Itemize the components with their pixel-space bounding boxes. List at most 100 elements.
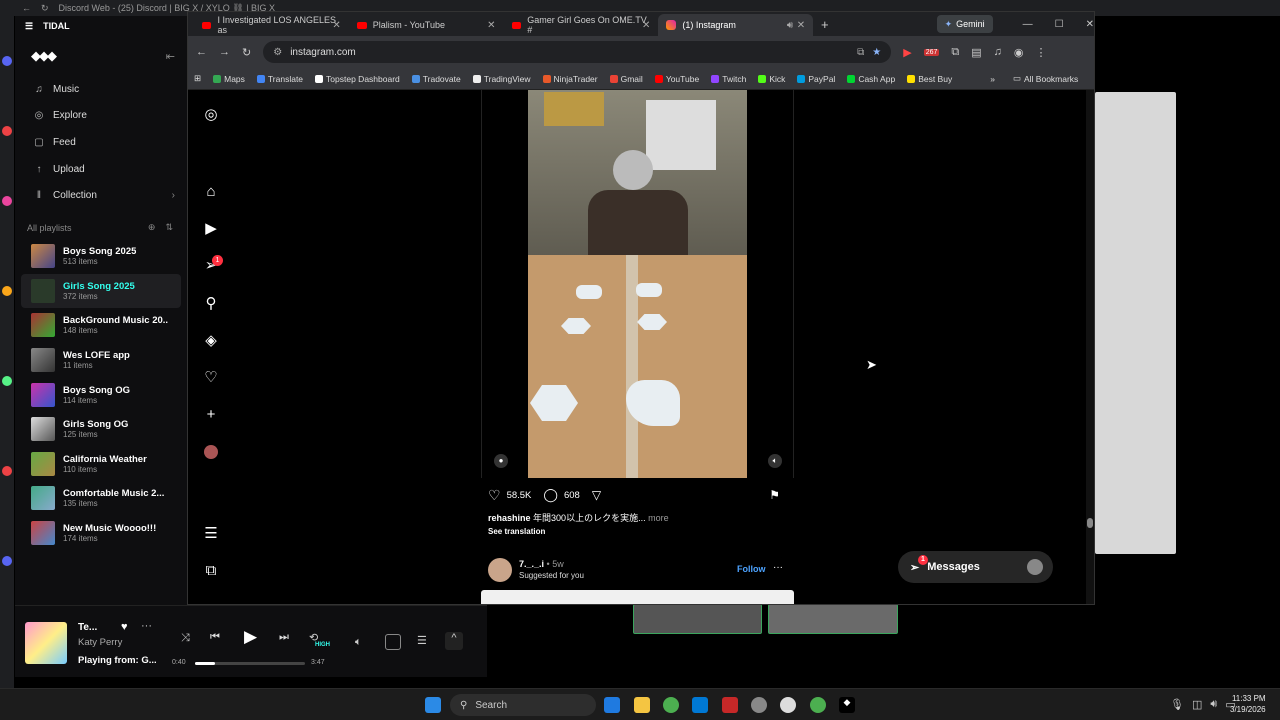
microphone-icon[interactable]: 🎙︎ bbox=[1170, 698, 1184, 711]
profile-avatar[interactable] bbox=[204, 445, 218, 459]
nav-music[interactable]: ♫ Music bbox=[15, 76, 187, 103]
nav-explore[interactable]: ◎ Explore bbox=[15, 103, 187, 130]
playlist-item[interactable]: BackGround Music 20... 148 items bbox=[21, 308, 181, 343]
back-icon[interactable]: ← bbox=[22, 3, 31, 13]
caption-more[interactable]: more bbox=[648, 513, 669, 523]
playlist-item[interactable]: Girls Song OG 125 items bbox=[21, 412, 181, 447]
file-explorer-icon[interactable] bbox=[634, 697, 650, 713]
install-app-icon[interactable]: ⧉ bbox=[857, 47, 864, 58]
network-icon[interactable]: ◫ bbox=[1192, 698, 1202, 711]
quality-badge[interactable]: HIGH bbox=[315, 642, 330, 648]
minimize-icon[interactable]: — bbox=[1023, 19, 1033, 30]
apps-icon[interactable]: ⊞ bbox=[194, 73, 201, 84]
more-bookmarks-icon[interactable]: » bbox=[990, 74, 995, 84]
volume-icon[interactable]: 🔊︎ bbox=[1210, 698, 1217, 711]
maximize-icon[interactable]: ☐ bbox=[1055, 19, 1064, 30]
tab-youtube-plalism[interactable]: Plalism - YouTube ✕ bbox=[349, 14, 504, 36]
see-translation[interactable]: See translation bbox=[488, 527, 545, 536]
profile-icon[interactable]: ◉ bbox=[1014, 46, 1024, 59]
queue-icon[interactable]: ☰ bbox=[417, 634, 427, 647]
bookmark-kick[interactable]: Kick bbox=[758, 74, 785, 84]
server-icon[interactable] bbox=[2, 466, 12, 476]
start-icon[interactable] bbox=[425, 697, 441, 713]
suggested-avatar[interactable] bbox=[488, 558, 512, 582]
volume-icon[interactable]: 🔈︎ bbox=[355, 636, 362, 649]
bookmark-topstep[interactable]: Topstep Dashboard bbox=[315, 74, 400, 84]
mouse-app-icon[interactable] bbox=[780, 697, 796, 713]
calendar-app-icon[interactable] bbox=[722, 697, 738, 713]
track-title[interactable]: Te... bbox=[78, 622, 97, 633]
album-art[interactable] bbox=[25, 622, 67, 664]
server-icon[interactable] bbox=[2, 196, 12, 206]
comment-icon[interactable]: ◯ bbox=[543, 487, 558, 503]
extensions-icon[interactable]: ⧉ bbox=[951, 46, 959, 59]
bookmark-bestbuy[interactable]: Best Buy bbox=[907, 74, 952, 84]
tab-youtube-gamer[interactable]: Gamer Girl Goes On OME.TV # ✕ bbox=[504, 14, 659, 36]
server-icon[interactable] bbox=[2, 376, 12, 386]
back-icon[interactable]: ← bbox=[196, 46, 207, 58]
play-icon[interactable]: ▶ bbox=[244, 627, 257, 647]
comment-count[interactable]: 608 bbox=[564, 490, 580, 501]
mute-icon[interactable]: 🔈︎ bbox=[768, 454, 782, 468]
forward-icon[interactable]: → bbox=[219, 46, 230, 58]
heart-icon[interactable]: ♡ bbox=[202, 369, 220, 387]
like-icon[interactable]: ♡ bbox=[488, 487, 501, 504]
artist-name[interactable]: Katy Perry bbox=[78, 637, 122, 648]
reload-icon[interactable]: ↻ bbox=[41, 3, 49, 14]
close-tab-icon[interactable]: ✕ bbox=[332, 20, 340, 31]
tab-instagram[interactable]: (1) Instagram 🔊︎ ✕ bbox=[658, 14, 814, 36]
bookmark-translate[interactable]: Translate bbox=[256, 74, 303, 84]
extension-icon[interactable]: ▶ bbox=[903, 46, 911, 59]
next-icon[interactable]: ⏭ bbox=[279, 631, 289, 644]
address-bar[interactable]: ⚙ instagram.com ⧉ ★ bbox=[263, 41, 892, 63]
bookmark-ninjatrader[interactable]: NinjaTrader bbox=[542, 74, 598, 84]
bookmark-star-icon[interactable]: ★ bbox=[872, 47, 881, 58]
search-icon[interactable]: ⚲ bbox=[202, 295, 220, 313]
store-icon[interactable] bbox=[692, 697, 708, 713]
playlist-item[interactable]: Girls Song 2025 372 items bbox=[21, 273, 181, 309]
audio-icon[interactable]: 🔊︎ bbox=[787, 20, 793, 31]
server-icon[interactable] bbox=[2, 556, 12, 566]
playing-from[interactable]: Playing from: G... bbox=[78, 655, 157, 666]
outlook-icon[interactable] bbox=[604, 697, 620, 713]
nav-collection[interactable]: ‖ Collection › bbox=[15, 182, 187, 209]
nav-upload[interactable]: ↑ Upload bbox=[15, 156, 187, 183]
next-post-preview[interactable] bbox=[481, 590, 794, 604]
chrome-menu-icon[interactable]: ⋮ bbox=[1036, 46, 1047, 59]
close-tab-icon[interactable]: ✕ bbox=[487, 20, 495, 31]
more-options-icon[interactable]: ··· bbox=[773, 562, 783, 573]
like-count[interactable]: 58.5K bbox=[507, 490, 532, 501]
clock[interactable]: 11:33 PM 3/19/2026 bbox=[1230, 693, 1266, 715]
playlist-item[interactable]: Boys Song 2025 513 items bbox=[21, 239, 181, 274]
site-info-icon[interactable]: ⚙ bbox=[273, 47, 282, 58]
tidal-taskbar-icon[interactable]: ◆ bbox=[839, 697, 855, 713]
expand-icon[interactable]: ^ bbox=[445, 632, 463, 650]
progress-bar[interactable] bbox=[195, 662, 305, 665]
server-icon[interactable] bbox=[2, 126, 12, 136]
bookmark-gmail[interactable]: Gmail bbox=[609, 74, 643, 84]
bookmark-youtube[interactable]: YouTube bbox=[654, 74, 699, 84]
playlist-item[interactable]: Comfortable Music 2... 135 items bbox=[21, 481, 181, 516]
collapse-sidebar-icon[interactable]: ⇤ bbox=[166, 50, 175, 63]
playlist-item[interactable]: Boys Song OG 114 items bbox=[21, 377, 181, 412]
explore-icon[interactable]: ◈ bbox=[202, 332, 220, 350]
reels-icon[interactable]: ▶ bbox=[202, 220, 220, 238]
post-image[interactable] bbox=[528, 90, 747, 478]
more-icon[interactable]: ··· bbox=[141, 620, 152, 632]
close-tab-icon[interactable]: ✕ bbox=[797, 20, 805, 31]
bookmark-twitch[interactable]: Twitch bbox=[711, 74, 746, 84]
gemini-button[interactable]: ✦ Gemini bbox=[936, 15, 993, 33]
close-tab-icon[interactable]: ✕ bbox=[642, 20, 650, 31]
suggested-username[interactable]: 7._._.i bbox=[519, 559, 544, 569]
menu-icon[interactable]: ☰ bbox=[202, 525, 220, 543]
share-icon[interactable]: ▽ bbox=[592, 488, 601, 502]
reading-list-icon[interactable]: ▤ bbox=[971, 46, 981, 59]
follow-button[interactable]: Follow bbox=[737, 564, 766, 574]
close-window-icon[interactable]: ✕ bbox=[1086, 19, 1094, 30]
threads-icon[interactable]: ⧉ bbox=[202, 562, 220, 580]
instagram-logo-icon[interactable]: ◎ bbox=[202, 106, 220, 124]
previous-icon[interactable]: ⏮ bbox=[210, 631, 220, 644]
nav-feed[interactable]: ▢ Feed bbox=[15, 129, 187, 156]
scrollbar[interactable] bbox=[1086, 90, 1094, 604]
new-tab-icon[interactable]: + bbox=[813, 14, 836, 36]
